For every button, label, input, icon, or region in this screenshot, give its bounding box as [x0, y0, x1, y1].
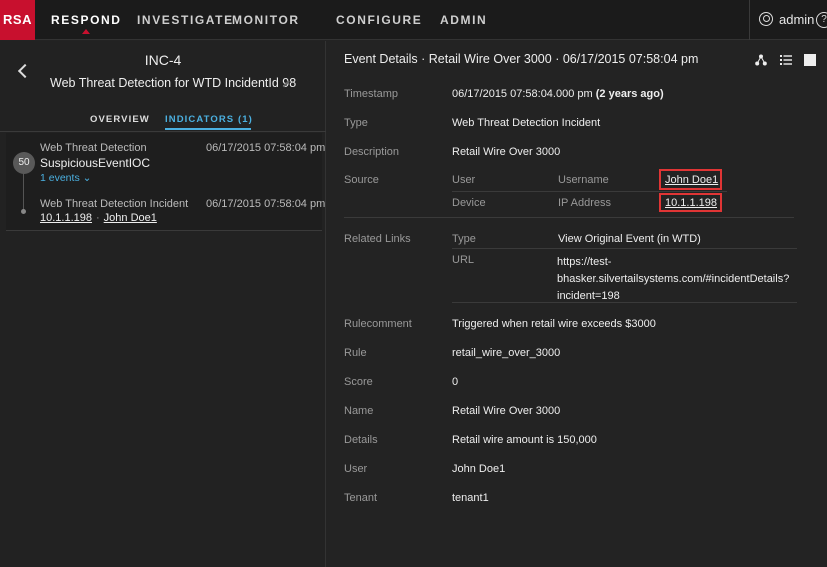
related-url-link[interactable]: https://test-bhasker.silvertailsystems.c…	[557, 254, 797, 305]
event-time: 06/17/2015 07:58:04 pm	[206, 198, 326, 210]
nodal-graph-icon[interactable]	[755, 54, 767, 66]
active-tab-underline	[165, 128, 251, 130]
tab-overview[interactable]: OVERVIEW	[90, 114, 150, 125]
related-type-value: View Original Event (in WTD)	[558, 233, 701, 245]
event-ip-link[interactable]: 10.1.1.198	[40, 212, 92, 224]
timeline-dot	[21, 209, 26, 214]
tenant-value: tenant1	[452, 492, 489, 504]
related-links-label: Related Links	[344, 233, 411, 245]
description-value: Retail Wire Over 3000	[452, 146, 561, 158]
incident-title: Web Threat Detection for WTD IncidentId …	[50, 76, 297, 90]
nav-separator	[749, 0, 750, 40]
related-bottom-divider	[452, 302, 797, 303]
rule-label: Rule	[344, 347, 367, 359]
source-user-label: User	[452, 174, 476, 186]
list-view-icon[interactable]	[780, 54, 792, 66]
type-value: Web Threat Detection Incident	[452, 117, 601, 129]
event-user-link[interactable]: John Doe1	[104, 212, 157, 224]
source-label: Source	[344, 174, 379, 186]
user-label: User	[344, 463, 368, 475]
details-label: Details	[344, 434, 378, 446]
score-label: Score	[344, 376, 373, 388]
related-row-divider	[452, 248, 797, 249]
description-label: Description	[344, 146, 400, 158]
tenant-label: Tenant	[344, 492, 378, 504]
nav-configure[interactable]: CONFIGURE	[336, 0, 422, 40]
help-icon[interactable]: ?	[816, 12, 827, 28]
user-icon[interactable]	[759, 12, 773, 26]
risk-score-badge: 50	[13, 152, 35, 174]
rulecomment-value: Triggered when retail wire exceeds $3000	[452, 318, 656, 330]
source-username-label: Username	[558, 174, 609, 186]
event-details-title: Event Details · Retail Wire Over 3000 · …	[344, 52, 699, 66]
indicator-source: Web Threat Detection	[40, 142, 147, 154]
separator-dot: ·	[96, 212, 100, 224]
indicator-divider	[6, 230, 322, 231]
score-value: 0	[452, 376, 459, 388]
indicator-name: SuspiciousEventIOC	[40, 156, 151, 170]
source-ip-link[interactable]: 10.1.1.198	[665, 197, 717, 209]
incident-panel	[0, 41, 326, 567]
timestamp-label: Timestamp	[344, 88, 398, 100]
details-value: Retail wire amount is 150,000	[452, 434, 597, 446]
timestamp-relative: (2 years ago)	[595, 88, 664, 100]
tabs-divider	[0, 131, 326, 132]
rsa-logo: RSA	[0, 0, 35, 40]
rule-value: retail_wire_over_3000	[452, 347, 561, 359]
timestamp-value: 06/17/2015 07:58:04.000 pm (2 years ago)	[452, 88, 664, 100]
type-label: Type	[344, 117, 368, 129]
nav-monitor[interactable]: MONITOR	[232, 0, 300, 40]
user-menu[interactable]: admin	[779, 0, 814, 40]
nav-admin[interactable]: ADMIN	[440, 0, 487, 40]
panel-toggle-icon[interactable]	[804, 54, 816, 66]
rulecomment-label: Rulecomment	[344, 318, 412, 330]
name-label: Name	[344, 405, 374, 417]
nav-investigate[interactable]: INVESTIGATE	[137, 0, 234, 40]
user-value: John Doe1	[452, 463, 506, 475]
nav-respond[interactable]: RESPOND	[51, 0, 122, 40]
event-type: Web Threat Detection Incident	[40, 198, 189, 210]
source-device-label: Device	[452, 197, 486, 209]
event-entities: 10.1.1.198 · John Doe1	[40, 212, 157, 224]
source-row-divider	[452, 191, 727, 192]
top-nav: RSA RESPOND INVESTIGATE MONITOR CONFIGUR…	[0, 0, 827, 40]
source-ip-label: IP Address	[558, 197, 611, 209]
tab-indicators[interactable]: INDICATORS (1)	[165, 114, 253, 125]
events-toggle[interactable]: 1 events ⌄	[40, 172, 91, 184]
source-username-link[interactable]: John Doe1	[665, 174, 718, 186]
source-section-divider	[344, 217, 794, 218]
related-type-label: Type	[452, 233, 476, 245]
related-url-label: URL	[452, 254, 475, 266]
incident-id: INC-4	[144, 52, 182, 68]
indicator-time: 06/17/2015 07:58:04 pm	[206, 142, 326, 154]
name-value: Retail Wire Over 3000	[452, 405, 561, 417]
